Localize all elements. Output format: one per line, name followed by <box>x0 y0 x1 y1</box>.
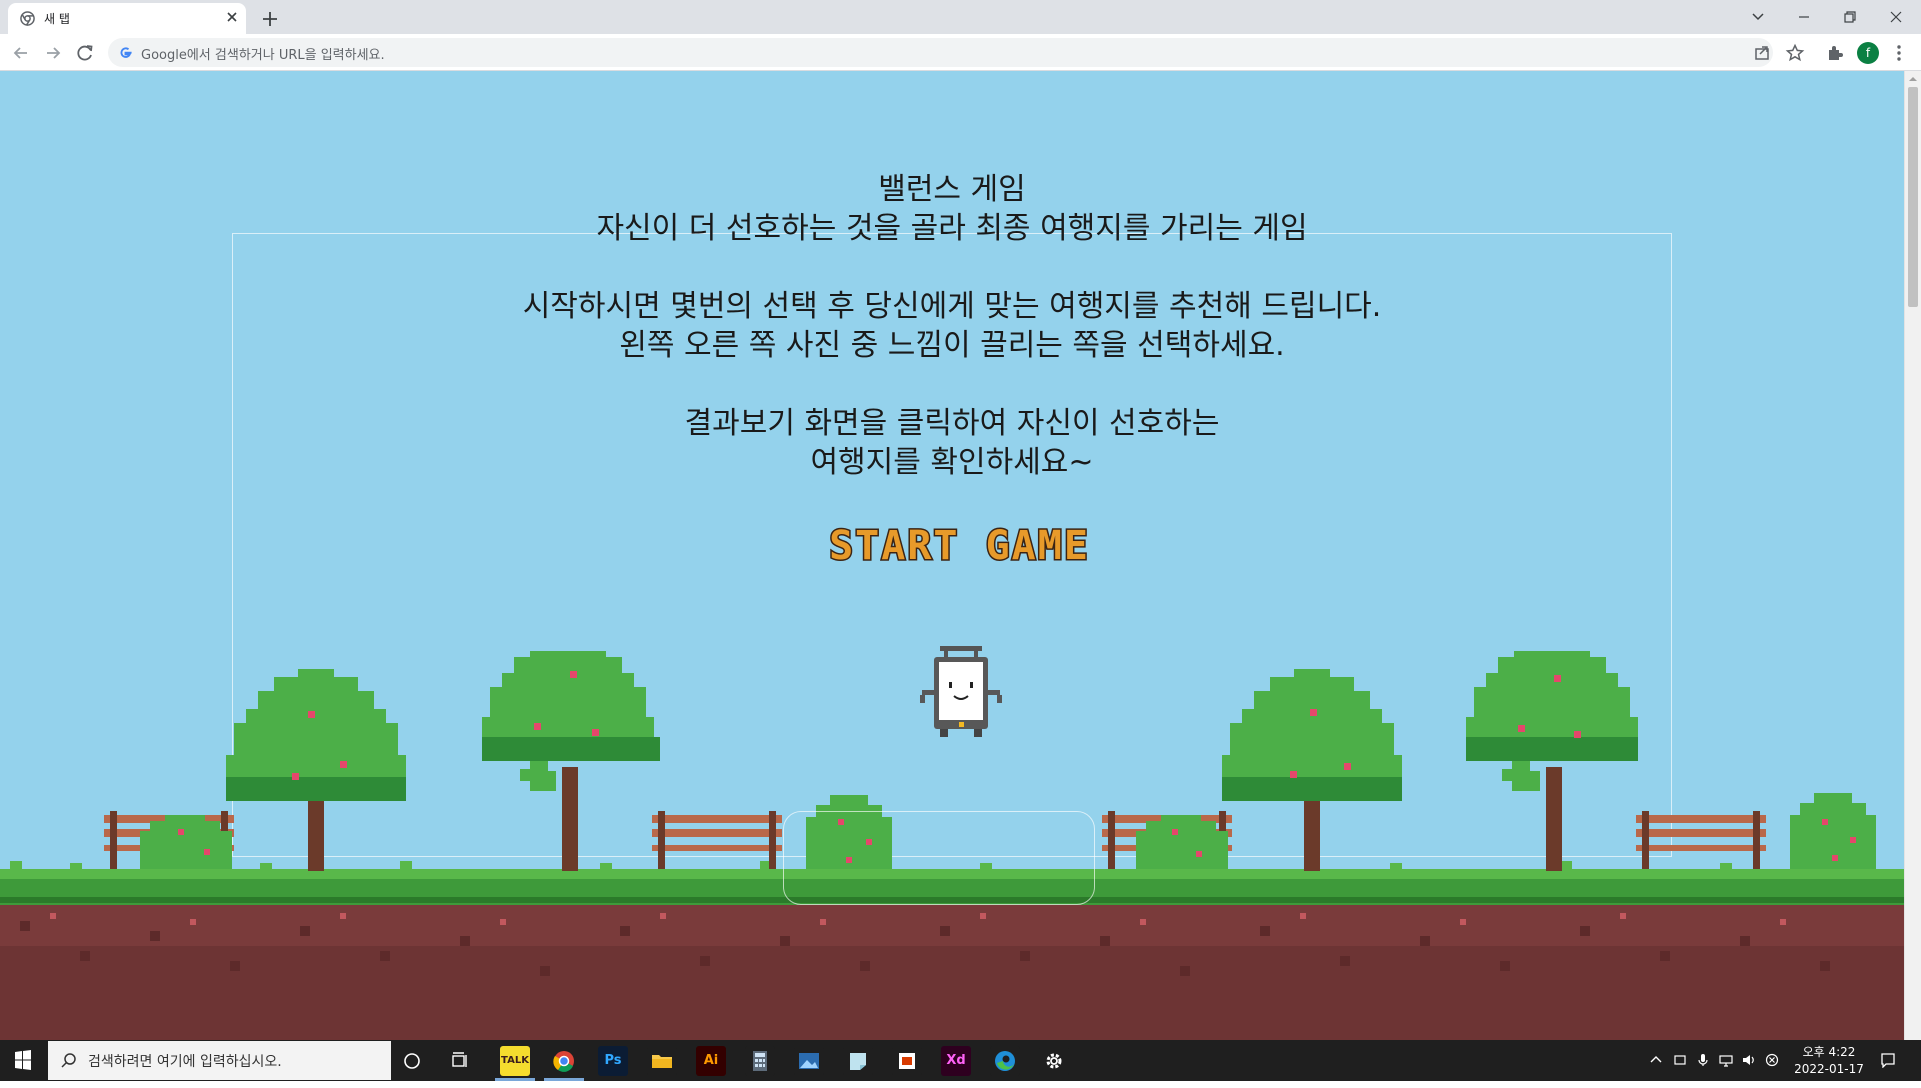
cortana-icon[interactable] <box>402 1051 422 1071</box>
notification-center-icon[interactable] <box>1880 1052 1896 1068</box>
browser-tab-strip: 새 탭 <box>0 0 1921 34</box>
meet-now-icon[interactable] <box>1672 1052 1688 1068</box>
taskbar-clock[interactable]: 오후 4:22 2022-01-17 <box>1789 1044 1869 1078</box>
taskbar-app-edge[interactable] <box>990 1046 1020 1076</box>
tree <box>1222 669 1402 871</box>
taskbar-app-sticky-notes[interactable] <box>843 1046 873 1076</box>
google-icon <box>120 47 132 58</box>
close-window-icon[interactable] <box>1883 5 1909 29</box>
microphone-icon[interactable] <box>1695 1052 1711 1068</box>
address-placeholder: Google에서 검색하거나 URL을 입력하세요. <box>141 48 385 63</box>
profile-avatar[interactable]: f <box>1857 42 1879 64</box>
taskbar-search-box[interactable]: 검색하려면 여기에 입력하십시오. <box>48 1041 391 1080</box>
settings-icon <box>1046 1053 1062 1069</box>
sticky-notes-icon <box>850 1053 866 1070</box>
calculator-icon <box>753 1051 767 1071</box>
intro-title: 밸런스 게임 <box>878 172 1026 207</box>
windows-taskbar: 검색하려면 여기에 입력하십시오. TALK Ps Ai Xd 오후 4:22 202… <box>0 1040 1921 1081</box>
tab-search-icon[interactable] <box>1745 5 1771 29</box>
task-view-icon[interactable] <box>450 1051 470 1071</box>
intro-subtitle: 자신이 더 선호하는 것을 골라 최종 여행지를 가리는 게임 <box>596 211 1308 246</box>
taskbar-app-settings[interactable] <box>1039 1046 1069 1076</box>
intro-line-3: 시작하시면 몇번의 선택 후 당신에게 맞는 여행지를 추천해 드립니다. <box>522 289 1382 324</box>
taskbar-app-office[interactable] <box>892 1046 922 1076</box>
taskbar-app-label: TALK <box>501 1055 529 1066</box>
taskbar-app-illustrator[interactable]: Ai <box>696 1046 726 1076</box>
forward-icon[interactable] <box>42 42 64 64</box>
start-game-button[interactable]: START GAME <box>803 522 1116 568</box>
taskbar-app-label: Ps <box>604 1053 622 1068</box>
close-tab-icon[interactable] <box>224 9 240 25</box>
tab-title: 새 탭 <box>44 12 70 26</box>
taskbar-app-kakaotalk[interactable]: TALK <box>500 1046 530 1076</box>
intro-line-4: 왼쪽 오른 쪽 사진 중 느낌이 끌리는 쪽을 선택하세요. <box>619 328 1285 363</box>
scroll-thumb[interactable] <box>1908 87 1918 307</box>
taskbar-app-file-explorer[interactable] <box>647 1046 677 1076</box>
edge-icon <box>995 1051 1015 1071</box>
share-icon[interactable] <box>1751 42 1773 64</box>
chrome-icon <box>553 1051 574 1072</box>
browser-toolbar: Google에서 검색하거나 URL을 입력하세요. f <box>0 34 1921 71</box>
bookmark-star-icon[interactable] <box>1784 42 1806 64</box>
taskbar-app-adobe-xd[interactable]: Xd <box>941 1046 971 1076</box>
menu-icon[interactable] <box>1888 42 1910 64</box>
taskbar-app-photoshop[interactable]: Ps <box>598 1046 628 1076</box>
file-explorer-icon <box>652 1055 672 1068</box>
search-icon <box>61 1053 76 1068</box>
office-icon <box>899 1053 915 1069</box>
tray-chevron-icon[interactable] <box>1648 1052 1664 1068</box>
browser-tab[interactable]: 새 탭 <box>8 3 246 34</box>
taskbar-app-calculator[interactable] <box>745 1046 775 1076</box>
scroll-up-icon[interactable] <box>1909 75 1917 83</box>
taskbar-app-photos[interactable] <box>794 1046 824 1076</box>
tree <box>482 651 660 871</box>
chrome-tab-icon <box>20 11 35 26</box>
address-bar[interactable]: Google에서 검색하거나 URL을 입력하세요. <box>108 38 1773 67</box>
intro-line-6: 여행지를 확인하세요~ <box>810 445 1094 480</box>
taskbar-app-label: Xd <box>946 1053 966 1068</box>
photos-icon <box>799 1053 819 1069</box>
reload-icon[interactable] <box>74 42 96 64</box>
clock-time: 오후 4:22 <box>1802 1045 1856 1059</box>
restore-icon[interactable] <box>1837 5 1863 29</box>
tree <box>1466 651 1638 871</box>
bench <box>652 811 782 869</box>
windows-start-icon[interactable] <box>0 1040 46 1081</box>
ime-icon[interactable] <box>1764 1052 1780 1068</box>
volume-icon[interactable] <box>1741 1052 1757 1068</box>
network-icon[interactable] <box>1718 1052 1734 1068</box>
taskbar-search-placeholder: 검색하려면 여기에 입력하십시오. <box>88 1054 282 1070</box>
clock-date: 2022-01-17 <box>1794 1062 1864 1076</box>
page-viewport: 밸런스 게임 자신이 더 선호하는 것을 골라 최종 여행지를 가리는 게임 시… <box>0 71 1921 1040</box>
page-scrollbar[interactable] <box>1904 71 1921 1040</box>
minimize-icon[interactable] <box>1791 5 1817 29</box>
extensions-icon[interactable] <box>1824 42 1846 64</box>
taskbar-app-label: Ai <box>703 1053 719 1068</box>
start-game-label: START GAME <box>829 523 1090 568</box>
new-tab-button[interactable] <box>258 7 282 31</box>
taskbar-app-chrome[interactable] <box>549 1046 579 1076</box>
tree <box>226 669 406 871</box>
bench <box>1636 811 1766 869</box>
intro-line-5: 결과보기 화면을 클릭하여 자신이 선호하는 <box>684 406 1220 441</box>
back-icon[interactable] <box>10 42 32 64</box>
game-intro: 밸런스 게임 자신이 더 선호하는 것을 골라 최종 여행지를 가리는 게임 시… <box>232 170 1672 482</box>
center-frame <box>783 811 1095 905</box>
robot-mascot-icon <box>920 646 1002 737</box>
